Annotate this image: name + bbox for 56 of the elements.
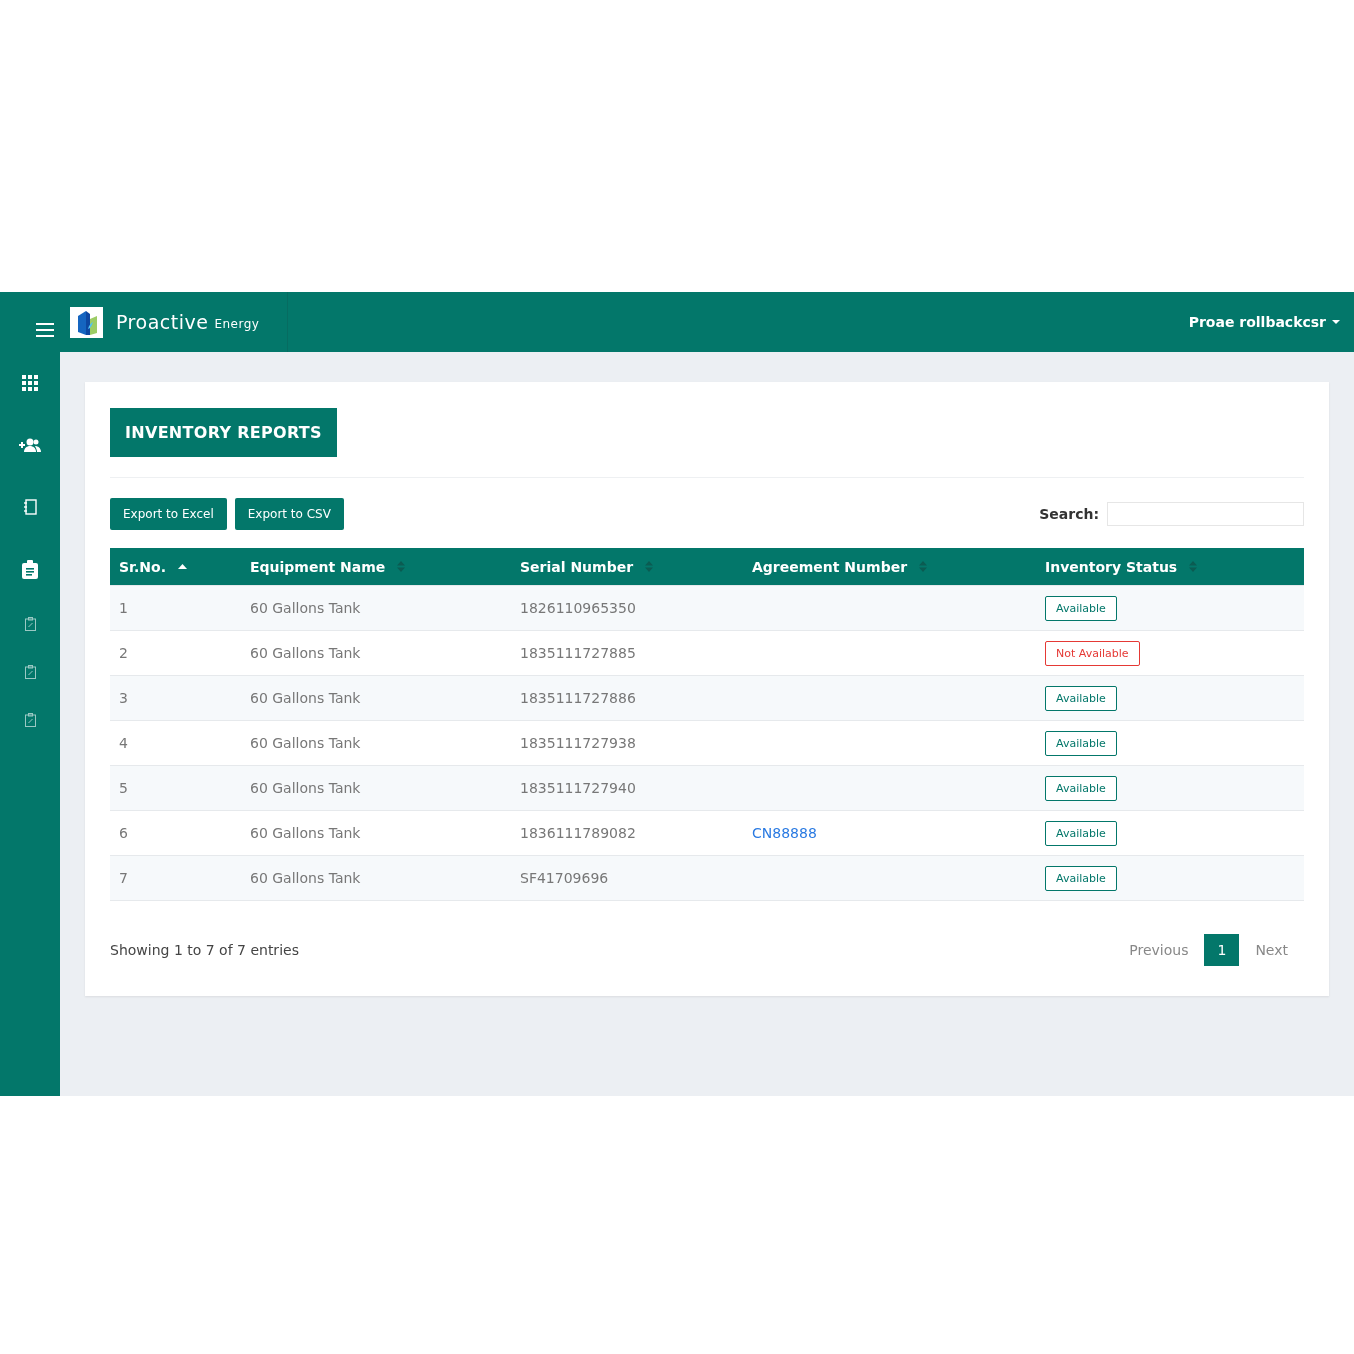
next-link[interactable]: Next: [1239, 934, 1304, 966]
search-field[interactable]: [1107, 502, 1304, 526]
menu-icon[interactable]: [36, 323, 54, 337]
status-badge: Available: [1045, 775, 1117, 801]
page-title: INVENTORY REPORTS: [110, 408, 337, 457]
table-cell: SF41709696: [520, 870, 609, 886]
page-button[interactable]: 1: [1204, 934, 1240, 966]
column-header[interactable]: Agreement Number: [743, 548, 1036, 585]
clipboard-icon[interactable]: [22, 559, 38, 579]
notebook-icon[interactable]: [23, 499, 37, 515]
table-cell: 60 Gallons Tank: [250, 870, 361, 886]
status-badge: Not Available: [1045, 640, 1140, 666]
grid-icon[interactable]: [22, 375, 38, 391]
table-cell: 1835111727886: [520, 690, 636, 706]
status-badge: Available: [1045, 595, 1117, 621]
clipboard-icon[interactable]: [24, 665, 36, 679]
table-cell: 60 Gallons Tank: [250, 600, 361, 616]
table-cell: 60 Gallons Tank: [250, 780, 361, 796]
status-badge: Available: [1045, 685, 1117, 711]
table-cell: 60 Gallons Tank: [250, 735, 361, 751]
column-header[interactable]: Equipment Name: [241, 548, 511, 585]
table-cell: 2: [119, 645, 128, 661]
table-cell: 1836111789082: [520, 825, 636, 841]
previous-link[interactable]: Previous: [1113, 934, 1205, 966]
table-cell: 5: [119, 780, 128, 796]
table-cell: 4: [119, 735, 128, 751]
clipboard-icon[interactable]: [24, 713, 36, 727]
table-cell: 1826110965350: [520, 600, 636, 616]
table-cell: 1835111727940: [520, 780, 636, 796]
clipboard-icon[interactable]: [24, 617, 36, 631]
column-header[interactable]: Inventory Status: [1036, 548, 1295, 585]
brand-name: Proactive: [116, 311, 209, 333]
brand-suffix: Energy: [214, 317, 260, 331]
table-cell: 60 Gallons Tank: [250, 645, 361, 661]
add-user-icon[interactable]: [19, 438, 41, 452]
table-cell: 6: [119, 825, 128, 841]
user-menu[interactable]: Proae rollbackcsr: [1188, 314, 1354, 330]
caret-icon: [1332, 320, 1340, 324]
entries-info: Showing 1 to 7 of 7 entries: [110, 942, 299, 958]
status-badge: Available: [1045, 730, 1117, 756]
table-cell: 1835111727885: [520, 645, 636, 661]
export-button[interactable]: Export to CSV: [234, 498, 344, 530]
table-cell: 60 Gallons Tank: [250, 690, 361, 706]
table-cell: 1835111727938: [520, 735, 636, 751]
table-cell: 60 Gallons Tank: [250, 825, 361, 841]
table-cell: 1: [119, 600, 128, 616]
logo: [70, 306, 103, 338]
export-button[interactable]: Export to Excel: [110, 498, 227, 530]
status-badge: Available: [1045, 865, 1117, 891]
search-label: Search:: [1039, 506, 1099, 522]
table-cell: 7: [119, 870, 128, 886]
agreement-link[interactable]: CN88888: [752, 825, 817, 841]
column-header[interactable]: Serial Number: [511, 548, 743, 585]
column-header[interactable]: Sr.No.: [110, 548, 241, 585]
status-badge: Available: [1045, 820, 1117, 846]
table-cell: 3: [119, 690, 128, 706]
